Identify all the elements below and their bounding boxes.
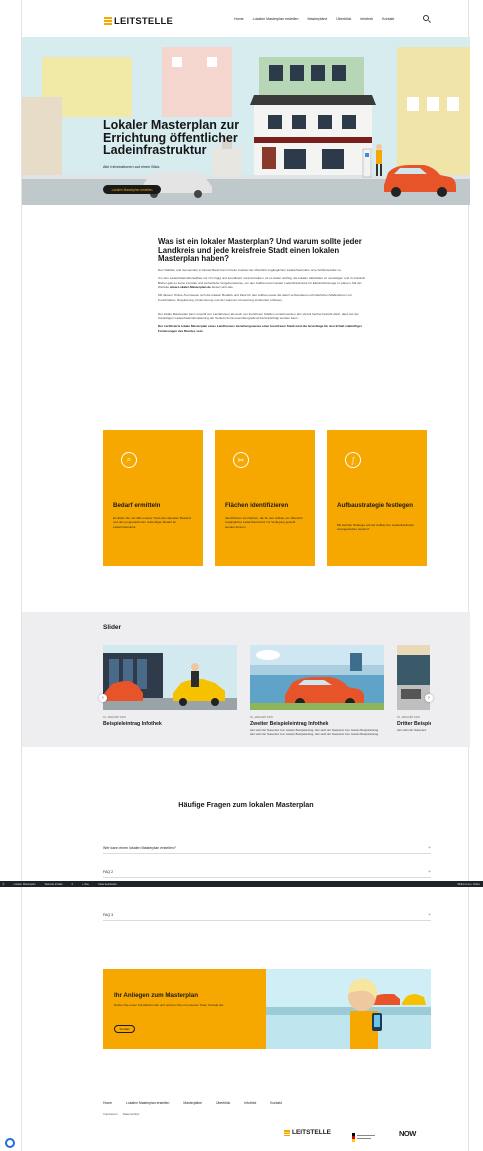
card-title: Flächen identifizieren — [225, 502, 289, 509]
adminbar-site[interactable]: Lokaler Masterplan — [14, 883, 36, 886]
faq-title: Häufige Fragen zum lokalen Masterplan — [178, 800, 314, 809]
intro-paragraph: Der lokale Masterplan kann sowohl von La… — [158, 311, 359, 321]
slider-title: Slider — [103, 624, 122, 631]
intro-title: Was ist ein lokaler Masterplan? Und waru… — [158, 237, 362, 264]
adminbar-edit[interactable]: Seite bearbeiten — [98, 883, 117, 886]
slide-title[interactable]: Dritter Beispieleintrag — [397, 721, 431, 727]
site-logo[interactable]: LEITSTELLE — [104, 13, 173, 29]
plus-icon: + — [428, 844, 431, 851]
intro-paragraph: Den Städten und Gemeinden in Deutschland… — [158, 268, 342, 272]
nav-item-infothek[interactable]: Infothek — [360, 17, 373, 21]
footer-link-contact[interactable]: Kontakt — [270, 1101, 282, 1105]
adminbar-customize[interactable]: Website-Inhalte — [45, 883, 63, 886]
faq-question: Wer kann einen lokalen Masterplan erstel… — [103, 845, 176, 850]
wordpress-icon[interactable]: ⓦ — [2, 882, 5, 886]
card-text: Identifizieren sie Flächen, die für den … — [225, 516, 303, 529]
footer-logo-now[interactable]: NOW — [399, 1129, 416, 1138]
privacy-link[interactable]: Datenschutz — [123, 1112, 140, 1116]
slide-text: Hier steht der Teasertext — [397, 729, 427, 732]
adminbar-new[interactable]: + Neu — [82, 883, 89, 886]
faq-question: FAQ 2 — [103, 869, 114, 874]
cta-panel — [103, 969, 266, 1049]
footer-link-home[interactable]: Home — [103, 1101, 112, 1105]
slide-date: 01. JANUARY 1970 — [103, 716, 126, 719]
nav-item-contact[interactable]: Kontakt — [382, 17, 394, 21]
card-text: Ermitteln Sie mit Hilfe unserer Tools de… — [113, 516, 191, 529]
logo-text: LEITSTELLE — [114, 15, 173, 27]
cookie-settings-icon[interactable] — [5, 1138, 15, 1148]
cta-illustration — [266, 969, 431, 1049]
tools-icon: ✂ — [233, 452, 249, 468]
hero-section: Lokaler Masterplan zur Errichtung öffent… — [22, 37, 470, 205]
adminbar-comments[interactable]: 0 — [72, 883, 73, 886]
logo-mark-icon — [104, 17, 112, 25]
faq-question: FAQ 3 — [103, 912, 114, 917]
hero-subtitle: Alle Informationen auf einen Blick. — [103, 165, 161, 169]
slide-2-illustration — [250, 645, 384, 710]
footer-link-overview[interactable]: Überblick — [216, 1101, 230, 1105]
nav-item-create[interactable]: Lokalen Masterplan erstellen — [253, 17, 299, 21]
slide-date: 01. JANUARY 1970 — [397, 716, 420, 719]
footer-nav: Home Lokalen Masterplan erstellen Master… — [103, 1101, 282, 1105]
footer-link-create[interactable]: Lokalen Masterplan erstellen — [126, 1101, 169, 1105]
card-title: Aufbaustrategie festlegen — [337, 502, 413, 509]
cta-section: Ihr Anliegen zum Masterplan Nutzen Sie u… — [103, 969, 431, 1049]
intro-paragraph: Mit diesem Online-Tool lassen sich die l… — [158, 293, 352, 302]
cta-title: Ihr Anliegen zum Masterplan — [114, 992, 199, 999]
card-text: Mit welcher Strategie soll der Aufbau de… — [337, 523, 415, 532]
footer-logo-text: LEITSTELLE — [292, 1129, 331, 1136]
card-strategy[interactable]: ∫ Aufbaustrategie festlegen Mit welcher … — [327, 430, 427, 566]
strategy-icon: ∫ — [345, 452, 361, 468]
card-title: Bedarf ermitteln — [113, 502, 161, 509]
plus-icon: + — [428, 911, 431, 918]
slide-1-illustration — [103, 645, 237, 710]
slide-title[interactable]: Zweiter Beispieleintrag Infothek — [250, 721, 384, 727]
slide-date: 01. JANUARY 1970 — [250, 716, 273, 719]
admin-bar: ⓦ Lokaler Masterplan Website-Inhalte 0 +… — [0, 881, 483, 887]
intro-body: Den Städten und Gemeinden in Deutschland… — [158, 268, 368, 337]
cta-text: Nutzen Sie unser Kontaktformular und neh… — [114, 1003, 225, 1007]
slider-next-button[interactable]: › — [425, 694, 433, 702]
website-link[interactable]: www.Lokaler-Masterplan.de — [170, 285, 211, 289]
adminbar-user[interactable]: Willkommen, Volker — [457, 883, 480, 886]
faq-item[interactable]: FAQ 2 + — [103, 866, 431, 878]
footer-link-infothek[interactable]: Infothek — [244, 1101, 256, 1105]
card-demand[interactable]: ⌕ Bedarf ermitteln Ermitteln Sie mit Hil… — [103, 430, 203, 566]
slide-image[interactable] — [250, 645, 384, 710]
contact-button[interactable]: Kontakt — [114, 1025, 135, 1033]
nav-item-home[interactable]: Home — [234, 17, 244, 21]
main-nav: Home Lokalen Masterplan erstellen Master… — [234, 17, 394, 21]
nav-item-masterplans[interactable]: Masterpläne — [308, 17, 328, 21]
faq-item[interactable]: FAQ 3 + — [103, 909, 431, 921]
footer-link-masterplans[interactable]: Masterpläne — [183, 1101, 202, 1105]
plus-icon: + — [428, 868, 431, 875]
create-masterplan-button[interactable]: Lokalen Masterplan erstellen — [103, 185, 161, 194]
chart-search-icon: ⌕ — [121, 452, 137, 468]
slide-title[interactable]: Beispieleintrag Infothek — [103, 721, 237, 727]
slide-text: Hier steht der Teasertext zum zweiten Be… — [250, 729, 379, 736]
faq-item[interactable]: Wer kann einen lokalen Masterplan erstel… — [103, 842, 431, 854]
footer-legal: Impressum Datenschutz — [103, 1112, 140, 1116]
slide-image[interactable] — [103, 645, 237, 710]
card-areas[interactable]: ✂ Flächen identifizieren Identifizieren … — [215, 430, 315, 566]
search-icon[interactable] — [423, 15, 429, 21]
logo-mark-icon — [284, 1129, 290, 1136]
footer-logo-leitstelle[interactable]: LEITSTELLE — [284, 1129, 331, 1136]
page: LEITSTELLE Home Lokalen Masterplan erste… — [21, 0, 470, 1151]
intro-paragraph: Der zertifizierte lokale Masterplan eine… — [158, 324, 362, 333]
imprint-link[interactable]: Impressum — [103, 1112, 118, 1116]
intro-paragraph: Um den Ladeinfrastrukturaufbau vor Ort z… — [158, 276, 367, 290]
nav-item-overview[interactable]: Überblick — [336, 17, 351, 21]
slider-prev-button[interactable]: ‹ — [99, 694, 107, 702]
federal-ministry-logo-icon — [352, 1129, 376, 1142]
hero-title: Lokaler Masterplan zur Errichtung öffent… — [103, 118, 240, 157]
cta-illustration-art — [266, 969, 431, 1049]
